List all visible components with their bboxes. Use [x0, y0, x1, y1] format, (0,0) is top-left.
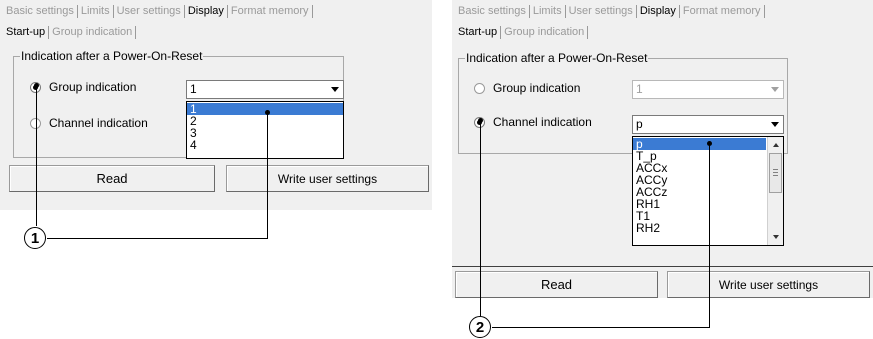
write-user-settings-button[interactable]: Write user settings: [226, 165, 429, 192]
divider: [452, 266, 873, 267]
read-button[interactable]: Read: [9, 165, 215, 192]
groupbox-title: Indication after a Power-On-Reset: [465, 51, 649, 65]
right-panel: Basic settings Limits User settings Disp…: [452, 0, 873, 339]
dropdown-option[interactable]: 4: [187, 139, 343, 151]
radio-group-indication[interactable]: Group indication: [474, 81, 580, 95]
dropdown-option[interactable]: 3: [187, 127, 343, 139]
subtab-group-indication[interactable]: Group indication: [49, 25, 137, 39]
group-indication-combo[interactable]: 1: [186, 80, 344, 99]
annotation-line: [267, 112, 268, 239]
write-user-settings-button[interactable]: Write user settings: [667, 271, 870, 298]
tab-format-memory[interactable]: Format memory: [228, 4, 313, 18]
dropdown-scrollbar[interactable]: [767, 137, 783, 245]
subtab-start-up[interactable]: Start-up: [458, 25, 502, 39]
dropdown-option[interactable]: RH2: [633, 222, 766, 234]
main-tab-bar: Basic settings Limits User settings Disp…: [6, 3, 313, 19]
radio-channel-indication[interactable]: Channel indication: [474, 115, 592, 129]
combo-value: 1: [636, 82, 643, 96]
callout-marker: 1: [24, 227, 46, 249]
tab-limits[interactable]: Limits: [78, 4, 114, 18]
annotation-line: [47, 238, 268, 239]
group-indication-combo: 1: [632, 80, 784, 99]
annotation-line: [709, 143, 710, 327]
subtab-start-up[interactable]: Start-up: [6, 25, 50, 39]
radio-button[interactable]: [474, 82, 485, 94]
left-panel: Basic settings Limits User settings Disp…: [0, 0, 432, 339]
combo-value: 1: [190, 82, 197, 96]
tab-user-settings[interactable]: User settings: [114, 4, 185, 18]
radio-label: Channel indication: [49, 116, 148, 130]
dropdown-option[interactable]: RH1: [633, 198, 766, 210]
radio-label: Group indication: [493, 81, 581, 95]
scroll-down-icon[interactable]: [768, 231, 783, 243]
chevron-down-icon[interactable]: [767, 117, 782, 132]
radio-group-indication[interactable]: Group indication: [30, 80, 136, 94]
chevron-down-icon[interactable]: [327, 82, 342, 97]
subtab-group-indication[interactable]: Group indication: [501, 25, 589, 39]
scroll-thumb[interactable]: [769, 153, 782, 193]
chevron-down-icon: [767, 82, 782, 97]
radio-channel-indication[interactable]: Channel indication: [30, 116, 148, 130]
tab-format-memory[interactable]: Format memory: [680, 4, 765, 18]
tab-user-settings[interactable]: User settings: [566, 4, 637, 18]
annotation-line: [492, 327, 710, 328]
tab-display[interactable]: Display: [185, 4, 228, 18]
main-tab-bar: Basic settings Limits User settings Disp…: [458, 3, 765, 19]
annotation-line: [480, 121, 481, 316]
dropdown-option[interactable]: 2: [187, 115, 343, 127]
combo-value: p: [636, 117, 643, 131]
radio-label: Channel indication: [493, 115, 592, 129]
tab-display[interactable]: Display: [637, 4, 680, 18]
channel-indication-combo[interactable]: p: [632, 115, 784, 134]
sub-tab-bar: Start-up Group indication: [458, 24, 589, 40]
groupbox-title: Indication after a Power-On-Reset: [20, 49, 204, 63]
tab-limits[interactable]: Limits: [530, 4, 566, 18]
read-button[interactable]: Read: [455, 271, 658, 298]
sub-tab-bar: Start-up Group indication: [6, 24, 137, 40]
dropdown-list: p T_p ACCx ACCy ACCz RH1 T1 RH2: [632, 136, 784, 246]
callout-marker: 2: [469, 316, 491, 338]
radio-label: Group indication: [49, 80, 137, 94]
tab-basic-settings[interactable]: Basic settings: [6, 4, 78, 18]
tab-basic-settings[interactable]: Basic settings: [458, 4, 530, 18]
scroll-up-icon[interactable]: [768, 139, 783, 151]
annotation-line: [36, 86, 37, 226]
